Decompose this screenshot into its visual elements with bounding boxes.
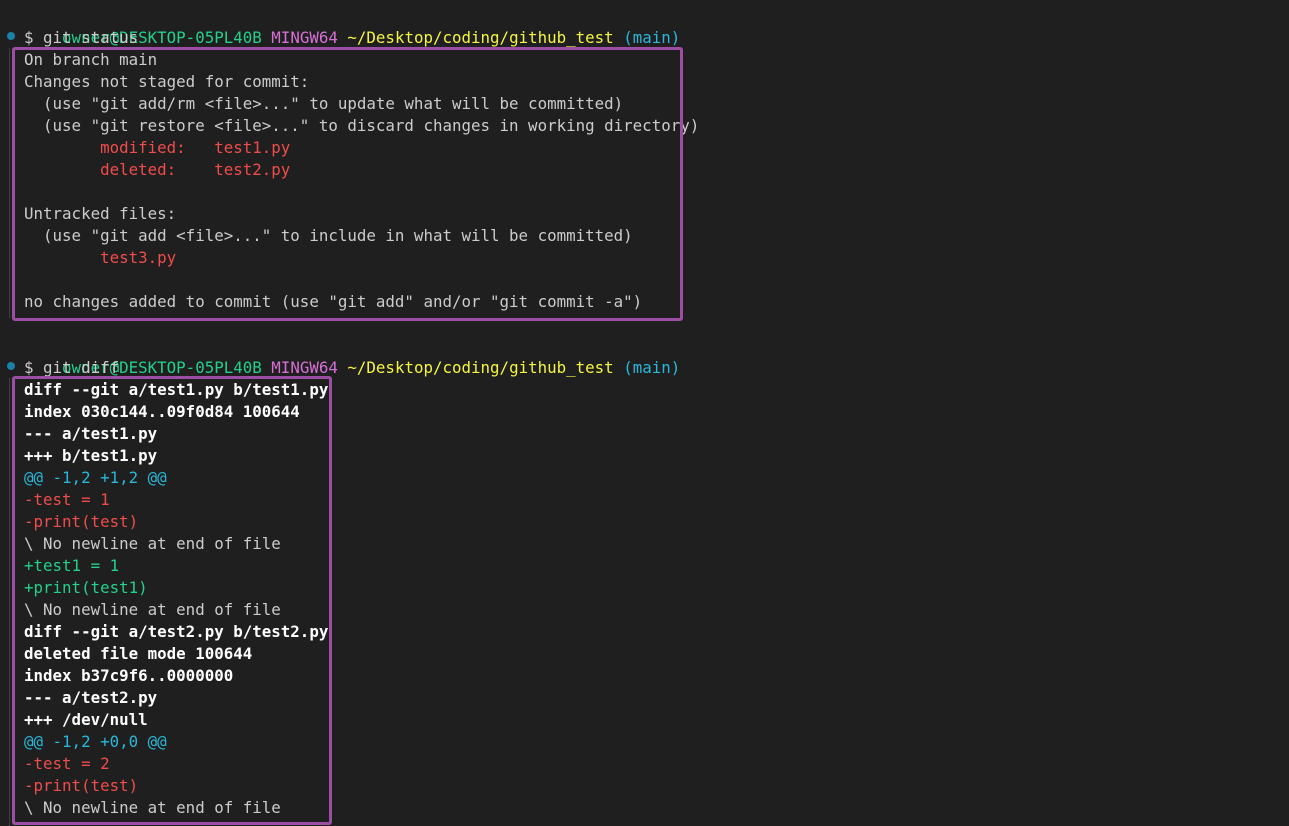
prompt-branch: (main) — [623, 28, 681, 47]
output-line: (use "git restore <file>..." to discard … — [24, 116, 700, 135]
diff-header: --- a/test2.py — [24, 688, 158, 707]
output-line: On branch main — [24, 50, 158, 69]
diff-hunk-header: @@ -1,2 +0,0 @@ — [24, 732, 167, 751]
command-line: $ git status — [24, 28, 139, 47]
diff-header: index b37c9f6..0000000 — [24, 666, 234, 685]
diff-added-line: +print(test1) — [24, 578, 148, 597]
diff-header: +++ b/test1.py — [24, 446, 158, 465]
diff-context-line: \ No newline at end of file — [24, 600, 281, 619]
output-line-modified: modified: test1.py — [24, 138, 291, 157]
command-decoration-icon[interactable] — [7, 362, 15, 370]
diff-context-line: \ No newline at end of file — [24, 798, 281, 817]
terminal-panel[interactable]: owner@DESKTOP-05PL40B MINGW64 ~/Desktop/… — [0, 0, 1289, 826]
prompt-shell: MINGW64 — [271, 358, 338, 377]
diff-removed-line: -print(test) — [24, 512, 139, 531]
command-gutter — [9, 378, 10, 826]
diff-removed-line: -test = 2 — [24, 754, 110, 773]
prompt-shell: MINGW64 — [271, 28, 338, 47]
diff-removed-line: -test = 1 — [24, 490, 110, 509]
diff-header: deleted file mode 100644 — [24, 644, 253, 663]
prompt-line: owner@DESKTOP-05PL40B MINGW64 ~/Desktop/… — [24, 5, 680, 47]
command-gutter — [9, 48, 10, 318]
diff-header: +++ /dev/null — [24, 710, 148, 729]
diff-header: index 030c144..09f0d84 100644 — [24, 402, 300, 421]
diff-added-line: +test1 = 1 — [24, 556, 120, 575]
output-line: (use "git add/rm <file>..." to update wh… — [24, 94, 624, 113]
output-line-deleted: deleted: test2.py — [24, 160, 291, 179]
command-decoration-icon[interactable] — [7, 32, 15, 40]
diff-header: diff --git a/test2.py b/test2.py — [24, 622, 329, 641]
output-line: no changes added to commit (use "git add… — [24, 292, 643, 311]
diff-hunk-header: @@ -1,2 +1,2 @@ — [24, 468, 167, 487]
prompt-line: owner@DESKTOP-05PL40B MINGW64 ~/Desktop/… — [24, 335, 680, 377]
prompt-branch: (main) — [623, 358, 681, 377]
diff-header: --- a/test1.py — [24, 424, 158, 443]
prompt-path: ~/Desktop/coding/github_test — [347, 358, 614, 377]
diff-header: diff --git a/test1.py b/test1.py — [24, 380, 329, 399]
command-line: $ git diff — [24, 358, 120, 377]
diff-removed-line: -print(test) — [24, 776, 139, 795]
prompt-path: ~/Desktop/coding/github_test — [347, 28, 614, 47]
output-line: Changes not staged for commit: — [24, 72, 310, 91]
diff-context-line: \ No newline at end of file — [24, 534, 281, 553]
output-line: (use "git add <file>..." to include in w… — [24, 226, 633, 245]
output-line-untracked: test3.py — [24, 248, 177, 267]
output-line: Untracked files: — [24, 204, 177, 223]
